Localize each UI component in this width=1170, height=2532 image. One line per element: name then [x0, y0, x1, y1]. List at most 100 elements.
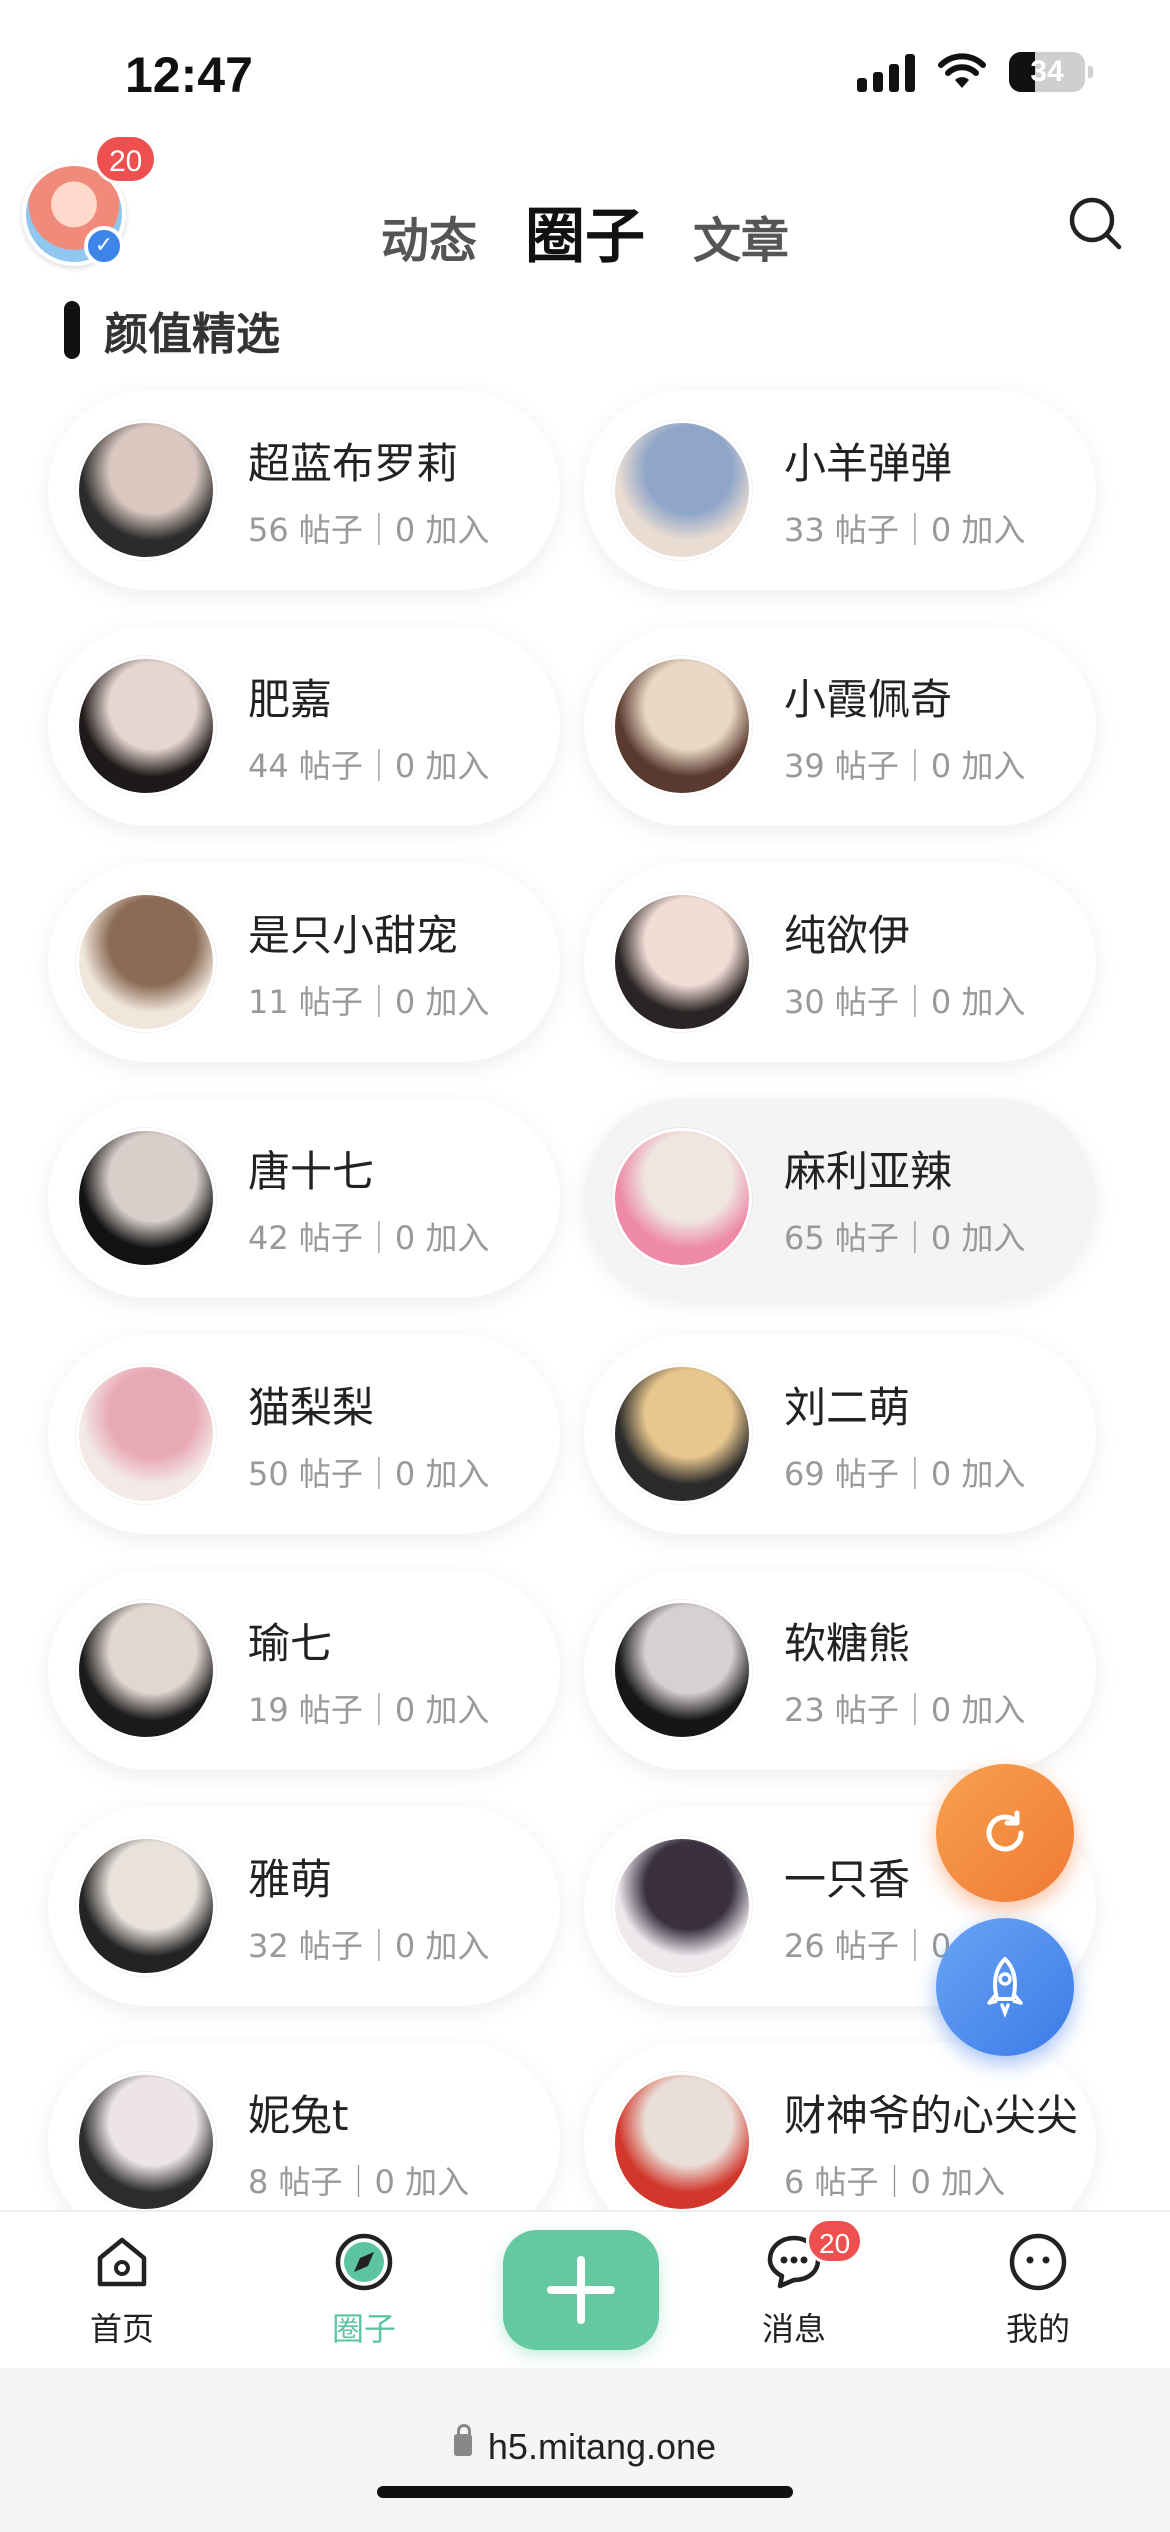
url-display: h5.mitang.one [0, 2424, 1170, 2468]
circle-avatar [76, 892, 216, 1032]
circle-card[interactable]: 纯欲伊 30 帖子｜0 加入 [584, 862, 1096, 1062]
circle-name: 软糖熊 [784, 1618, 911, 1668]
circle-info: 瑜七 19 帖子｜0 加入 [248, 1610, 489, 1731]
lock-icon [453, 2424, 472, 2457]
circle-card[interactable]: 超蓝布罗莉 56 帖子｜0 加入 [48, 390, 560, 590]
verified-icon: ✓ [84, 226, 124, 266]
tab-circles[interactable]: 圈子 [525, 188, 645, 275]
nav-messages-label: 消息 [761, 2310, 826, 2348]
battery-percent: 34 [1030, 55, 1064, 88]
circle-card[interactable]: 瑜七 19 帖子｜0 加入 [48, 1570, 560, 1770]
circle-stats: 50 帖子｜0 加入 [248, 1454, 490, 1493]
circle-info: 财神爷的心尖尖 6 帖子｜0 加入 [784, 2082, 1078, 2203]
url-text: h5.mitang.one [487, 2426, 717, 2467]
circle-name: 纯欲伊 [784, 910, 911, 960]
circle-name: 小霞佩奇 [784, 674, 953, 724]
plus-icon [547, 2256, 615, 2324]
circle-avatar [612, 1128, 752, 1268]
circle-stats: 30 帖子｜0 加入 [784, 982, 1026, 1021]
circle-avatar [612, 1364, 752, 1504]
circle-name: 肥嘉 [248, 674, 333, 724]
nav-messages[interactable]: 20 消息 [714, 2218, 874, 2350]
circle-stats: 23 帖子｜0 加入 [784, 1690, 1026, 1729]
circle-name: 刘二萌 [784, 1382, 911, 1432]
signal-icon [857, 52, 915, 92]
circle-name: 雅萌 [248, 1854, 333, 1904]
circle-name: 财神爷的心尖尖 [784, 2090, 1079, 2140]
nav-circles[interactable]: 圈子 [284, 2230, 444, 2350]
circle-avatar [76, 656, 216, 796]
circle-stats: 44 帖子｜0 加入 [248, 746, 490, 785]
browser-url-bar[interactable]: h5.mitang.one [0, 2368, 1170, 2532]
circle-card[interactable]: 麻利亚辣 65 帖子｜0 加入 [584, 1098, 1096, 1298]
status-time: 12:47 [125, 47, 253, 103]
bottom-nav: 首页 圈子 20 消息 我的 [0, 2210, 1170, 2368]
circle-info: 肥嘉 44 帖子｜0 加入 [248, 666, 489, 787]
circle-avatar [76, 1128, 216, 1268]
circle-stats: 8 帖子｜0 加入 [248, 2162, 470, 2201]
circle-stats: 69 帖子｜0 加入 [784, 1454, 1026, 1493]
circle-name: 妮兔t [248, 2090, 349, 2140]
nav-profile-label: 我的 [1005, 2310, 1070, 2348]
circle-card[interactable]: 肥嘉 44 帖子｜0 加入 [48, 626, 560, 826]
circle-info: 唐十七 42 帖子｜0 加入 [248, 1138, 489, 1259]
circle-card[interactable]: 是只小甜宠 11 帖子｜0 加入 [48, 862, 560, 1062]
refresh-button[interactable] [936, 1764, 1074, 1902]
circle-avatar [76, 2072, 216, 2212]
circle-stats: 32 帖子｜0 加入 [248, 1926, 490, 1965]
circle-avatar [612, 1836, 752, 1976]
circle-info: 小霞佩奇 39 帖子｜0 加入 [784, 666, 1025, 787]
circle-avatar [76, 420, 216, 560]
status-icons: 34 [857, 52, 1093, 92]
top-tabs: 动态 圈子 文章 [0, 188, 1170, 275]
section-title: 颜值精选 [104, 309, 280, 360]
add-post-button[interactable] [503, 2230, 659, 2350]
circle-card[interactable]: 刘二萌 69 帖子｜0 加入 [584, 1334, 1096, 1534]
circle-name: 麻利亚辣 [784, 1146, 953, 1196]
circle-card[interactable]: 软糖熊 23 帖子｜0 加入 [584, 1570, 1096, 1770]
circle-info: 雅萌 32 帖子｜0 加入 [248, 1846, 489, 1967]
circle-stats: 65 帖子｜0 加入 [784, 1218, 1026, 1257]
circle-stats: 42 帖子｜0 加入 [248, 1218, 490, 1257]
circle-stats: 19 帖子｜0 加入 [248, 1690, 490, 1729]
message-badge: 20 [806, 2218, 864, 2264]
circle-stats: 39 帖子｜0 加入 [784, 746, 1026, 785]
face-icon [1009, 2233, 1067, 2291]
circle-stats: 6 帖子｜0 加入 [784, 2162, 1006, 2201]
circle-name: 猫梨梨 [248, 1382, 375, 1432]
battery-icon: 34 [1009, 52, 1093, 92]
compass-icon [335, 2233, 393, 2291]
home-icon [97, 2237, 147, 2287]
circle-card[interactable]: 小霞佩奇 39 帖子｜0 加入 [584, 626, 1096, 826]
nav-home-label: 首页 [89, 2310, 154, 2348]
circle-info: 麻利亚辣 65 帖子｜0 加入 [784, 1138, 1025, 1259]
circle-avatar [76, 1836, 216, 1976]
nav-circles-label: 圈子 [331, 2310, 396, 2348]
circle-name: 是只小甜宠 [248, 910, 459, 960]
circle-stats: 11 帖子｜0 加入 [248, 982, 490, 1021]
circle-card[interactable]: 小羊弹弹 33 帖子｜0 加入 [584, 390, 1096, 590]
circle-info: 小羊弹弹 33 帖子｜0 加入 [784, 430, 1025, 551]
status-bar: 12:47 34 [0, 0, 1170, 150]
circle-name: 小羊弹弹 [784, 438, 953, 488]
tab-feed[interactable]: 动态 [381, 201, 477, 271]
scroll-top-button[interactable] [936, 1918, 1074, 2056]
circle-name: 唐十七 [248, 1146, 375, 1196]
circle-avatar [612, 892, 752, 1032]
circle-card[interactable]: 雅萌 32 帖子｜0 加入 [48, 1806, 560, 2006]
wifi-icon [938, 53, 986, 88]
search-icon[interactable] [1066, 194, 1124, 252]
circle-stats: 56 帖子｜0 加入 [248, 510, 490, 549]
nav-profile[interactable]: 我的 [958, 2230, 1118, 2350]
nav-home[interactable]: 首页 [42, 2230, 202, 2350]
circle-card[interactable]: 唐十七 42 帖子｜0 加入 [48, 1098, 560, 1298]
home-indicator[interactable] [377, 2486, 793, 2498]
circle-avatar [612, 656, 752, 796]
section-header: 颜值精选 [64, 300, 280, 360]
tab-articles[interactable]: 文章 [693, 201, 789, 271]
circle-name: 瑜七 [248, 1618, 333, 1668]
refresh-icon [986, 1810, 1024, 1852]
circle-card[interactable]: 猫梨梨 50 帖子｜0 加入 [48, 1334, 560, 1534]
circle-info: 软糖熊 23 帖子｜0 加入 [784, 1610, 1025, 1731]
circle-info: 猫梨梨 50 帖子｜0 加入 [248, 1374, 489, 1495]
